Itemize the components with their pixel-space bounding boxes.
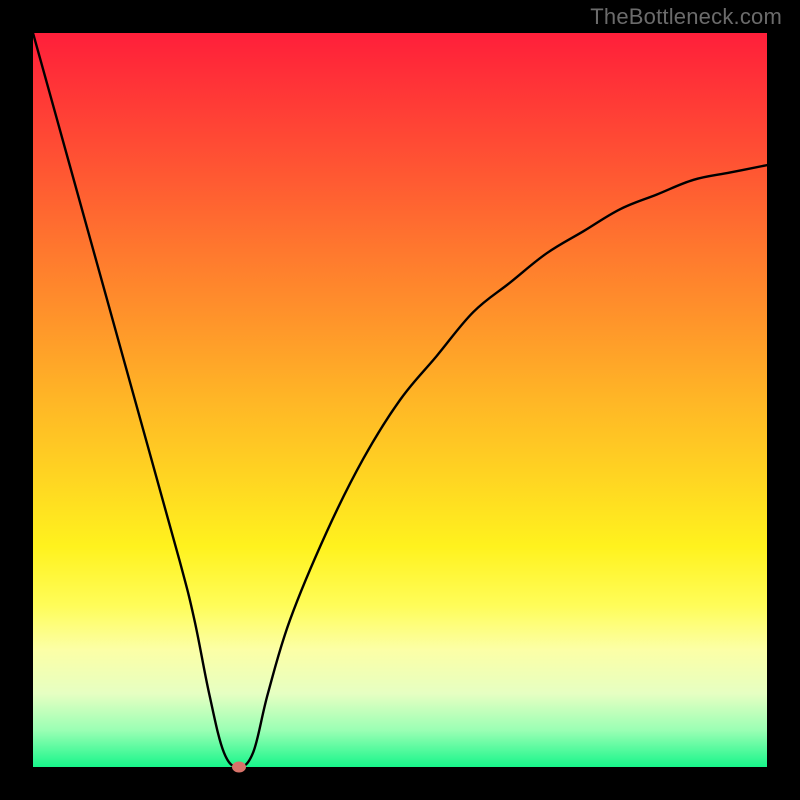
curve-marker-dot	[232, 762, 246, 773]
bottleneck-curve	[33, 33, 767, 767]
plot-area	[33, 33, 767, 767]
chart-frame: TheBottleneck.com	[0, 0, 800, 800]
watermark-text: TheBottleneck.com	[590, 4, 782, 30]
curve-svg	[33, 33, 767, 767]
